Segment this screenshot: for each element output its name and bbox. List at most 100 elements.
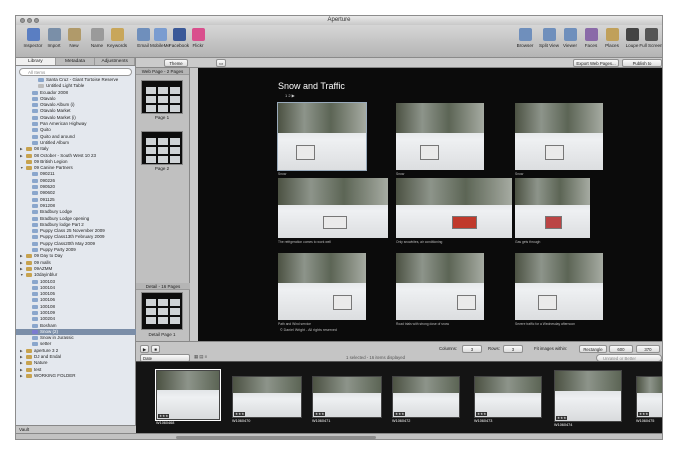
album-icon xyxy=(32,216,38,221)
viewer-label: Viewer xyxy=(563,43,577,48)
status-text: 1 selected - 16 items displayed xyxy=(346,355,405,360)
tab-metadata[interactable]: Metadata xyxy=(56,58,96,65)
info-icon xyxy=(26,28,40,41)
album-icon xyxy=(32,109,38,114)
filmstrip-thumbnail[interactable]: ★★★ xyxy=(554,370,622,422)
folder-icon xyxy=(26,367,32,372)
filmstrip-thumbnail[interactable]: ★★★ xyxy=(392,376,460,418)
detail-page-thumbnail[interactable] xyxy=(141,292,183,330)
rating-stars: ★★★ xyxy=(638,412,650,416)
flickr-label: Flickr xyxy=(192,43,204,48)
page-1-thumbnail[interactable] xyxy=(141,80,183,114)
flickr-icon xyxy=(191,28,205,41)
width-field[interactable]: 600 xyxy=(609,345,633,353)
full-screen-label: Full Screen xyxy=(639,43,663,48)
inspector-pane: Library Metadata Adjustments All Items S… xyxy=(16,58,136,433)
tree-line xyxy=(393,377,459,393)
web-photo[interactable] xyxy=(515,103,603,170)
web-photo[interactable] xyxy=(515,253,603,320)
tab-library[interactable]: Library xyxy=(16,58,56,65)
tree-line xyxy=(475,377,541,393)
stop-icon[interactable]: ■ xyxy=(151,345,160,353)
page-nav[interactable]: 1 2 ▶ xyxy=(285,93,295,98)
full-screen-button[interactable]: Full Screen xyxy=(638,27,663,48)
rows-stepper[interactable]: 3 xyxy=(503,345,523,353)
toolbar: Inspector Import New Name Keywords Email Mobil… xyxy=(16,25,662,58)
filmstrip-thumbnail[interactable]: ★★★ xyxy=(232,376,302,418)
library-search-input[interactable]: All Items xyxy=(19,68,132,76)
vehicle xyxy=(295,145,315,160)
web-photo[interactable] xyxy=(278,178,388,238)
web-photo[interactable] xyxy=(515,178,590,238)
mini-photo xyxy=(170,147,180,154)
album-icon xyxy=(32,115,38,120)
album-icon xyxy=(32,178,38,183)
fit-select[interactable]: Rectangle xyxy=(579,345,607,353)
web-photo[interactable] xyxy=(396,253,484,320)
tree-line xyxy=(637,377,662,393)
web-photo[interactable] xyxy=(277,102,367,171)
view-mode-icon[interactable]: ▦ ▤ ≡ xyxy=(194,354,207,360)
vehicle xyxy=(323,215,348,229)
folder-icon xyxy=(26,355,32,360)
page-2-label: Page 2 xyxy=(154,166,170,171)
filmstrip-thumbnail[interactable]: ★★★ xyxy=(312,376,382,418)
zoom-icon[interactable] xyxy=(34,18,39,23)
mini-photo xyxy=(146,138,156,145)
theme-button[interactable]: Theme xyxy=(164,59,188,67)
browser-button[interactable]: Browser xyxy=(512,27,538,48)
library-item[interactable]: ▶ WORKING FOLDER xyxy=(16,373,136,379)
album-icon xyxy=(32,191,38,196)
web-photo[interactable] xyxy=(396,178,512,238)
browser-label: Browser xyxy=(516,43,534,48)
aperture-window: Aperture Inspector Import New Name Keywords E… xyxy=(15,15,663,440)
tab-adjustments[interactable]: Adjustments xyxy=(95,58,136,65)
disclosure-closed-icon[interactable]: ▶ xyxy=(20,373,23,379)
columns-stepper[interactable]: 3 xyxy=(462,345,482,353)
page-2-thumbnail[interactable] xyxy=(141,131,183,165)
tree-line xyxy=(313,377,381,393)
web-photo[interactable] xyxy=(396,103,484,170)
mini-photo xyxy=(170,138,180,145)
album-icon xyxy=(32,128,38,133)
play-icon[interactable]: ▶ xyxy=(140,345,149,353)
mini-photo xyxy=(170,299,180,306)
import-icon xyxy=(47,28,61,41)
faces-label: Faces xyxy=(584,43,598,48)
photo-caption: The refrigeration comes to work well xyxy=(278,240,331,244)
filmstrip-name: W1060472 xyxy=(392,419,411,423)
publish-mobileme-button[interactable]: Publish to MobileMe... xyxy=(622,59,662,73)
detail-page-label: Detail Page 1 xyxy=(148,332,176,337)
folder-icon xyxy=(26,147,32,152)
album-icon xyxy=(32,292,38,297)
title-bar: Aperture xyxy=(16,16,662,25)
folder-icon xyxy=(26,348,32,353)
mini-photo xyxy=(170,105,180,112)
close-icon[interactable] xyxy=(20,18,25,23)
mini-photo xyxy=(170,308,180,315)
folder-icon xyxy=(26,159,32,164)
album-icon xyxy=(32,172,38,177)
filmstrip-thumbnail[interactable]: ★★★ xyxy=(636,376,662,418)
scroll-thumb[interactable] xyxy=(176,436,376,439)
filmstrip-thumbnail[interactable]: ★★★ xyxy=(155,369,221,421)
vault-bar: Vault xyxy=(16,425,136,433)
filmstrip-thumbnail[interactable]: ★★★ xyxy=(474,376,542,418)
mini-photo xyxy=(146,299,156,306)
page-pane: Web Page - 2 Pages Page 1 Page 2 Detail … xyxy=(136,68,190,341)
vehicle xyxy=(537,295,558,310)
mini-photo xyxy=(158,105,168,112)
minimize-icon[interactable] xyxy=(27,18,32,23)
mini-photo xyxy=(146,96,156,103)
loupe-icon xyxy=(625,28,639,41)
export-web-pages-button[interactable]: Export Web Pages... xyxy=(573,59,619,67)
loupe-label: Loupe xyxy=(625,43,639,48)
inspector-tabs: Library Metadata Adjustments xyxy=(16,58,136,66)
web-photo[interactable] xyxy=(278,253,366,320)
flickr-button[interactable]: Flickr xyxy=(185,27,211,48)
vehicle xyxy=(544,145,565,160)
facebook-icon xyxy=(172,28,186,41)
layout-icon[interactable]: ▭ xyxy=(216,59,226,67)
height-field[interactable]: 370 xyxy=(636,345,660,353)
keywords-button[interactable]: Keywords xyxy=(104,27,130,48)
